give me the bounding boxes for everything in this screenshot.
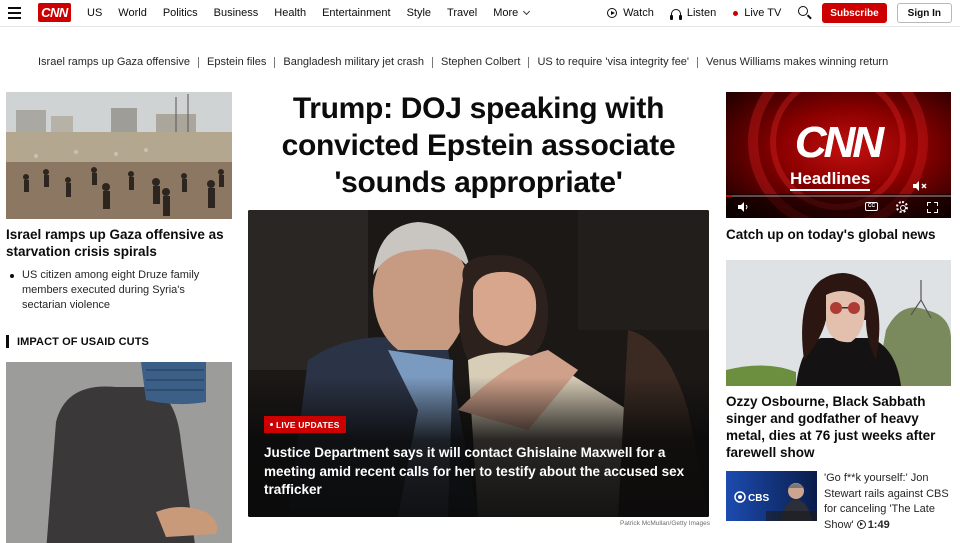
search-icon[interactable] xyxy=(798,6,812,20)
usaid-story-image[interactable] xyxy=(6,362,232,543)
progress-fill xyxy=(726,195,732,197)
usaid-illustration xyxy=(6,362,232,543)
gaza-scene xyxy=(6,92,232,219)
headphones-icon xyxy=(669,8,682,20)
story-headline[interactable]: Catch up on today's global news xyxy=(726,226,951,243)
live-updates-badge: LIVE UPDATES xyxy=(264,416,346,433)
gear-icon[interactable] xyxy=(896,201,908,213)
play-icon xyxy=(607,8,618,18)
trending-link[interactable]: Epstein files xyxy=(207,56,266,68)
trending-link[interactable]: Stephen Colbert xyxy=(441,56,521,68)
lead-story-caption[interactable]: Justice Department says it will contact … xyxy=(264,444,704,500)
nav-link-us[interactable]: US xyxy=(87,7,102,19)
nav-right: Watch Listen Live TV Subscribe Sign In xyxy=(607,0,952,26)
video-title: Headlines xyxy=(790,169,871,191)
sign-in-button[interactable]: Sign In xyxy=(896,3,952,23)
nav-link-world[interactable]: World xyxy=(118,7,147,19)
video-duration: 1:49 xyxy=(856,518,890,531)
subscribe-button[interactable]: Subscribe xyxy=(822,3,887,23)
divider xyxy=(697,56,699,68)
trending-link[interactable]: Israel ramps up Gaza offensive xyxy=(38,56,190,68)
live-tv-link[interactable]: Live TV xyxy=(733,7,781,19)
thumbnail-image: CBS xyxy=(726,471,817,521)
nav-link-politics[interactable]: Politics xyxy=(163,7,198,19)
lead-headline[interactable]: Trump: DOJ speaking with convicted Epste… xyxy=(248,90,709,201)
bullet-icon xyxy=(10,274,14,278)
trending-link[interactable]: US to require 'visa integrity fee' xyxy=(537,56,689,68)
live-dot-icon xyxy=(270,423,273,426)
listen-link[interactable]: Listen xyxy=(669,7,717,20)
section-title: IMPACT OF USAID CUTS xyxy=(17,335,149,348)
live-dot-icon xyxy=(733,10,739,16)
live-tv-label: Live TV xyxy=(744,7,782,19)
listen-label: Listen xyxy=(686,7,717,19)
ozzy-photo xyxy=(726,260,951,386)
video-story[interactable]: CBS 'Go f**k yourself:' Jon Stewart rail… xyxy=(726,471,951,533)
cnn-logo[interactable]: CNN xyxy=(38,3,71,22)
chevron-down-icon xyxy=(523,7,531,16)
thumb-logo-text: CBS xyxy=(748,493,769,504)
divider xyxy=(274,56,276,68)
nav-link-business[interactable]: Business xyxy=(214,7,259,19)
video-story-text: 'Go f**k yourself:' Jon Stewart rails ag… xyxy=(824,471,951,533)
trending-link[interactable]: Bangladesh military jet crash xyxy=(283,56,424,68)
video-controls xyxy=(726,194,951,218)
nav-link-more[interactable]: More xyxy=(493,7,531,19)
volume-icon[interactable] xyxy=(738,202,750,212)
nav-divider xyxy=(0,26,960,27)
photo-credit: Patrick McMullan/Getty Images xyxy=(620,520,710,527)
captions-icon[interactable]: CC xyxy=(865,202,878,211)
story-headline[interactable]: Israel ramps up Gaza offensive as starva… xyxy=(6,226,232,260)
video-cnn-logo: CNN xyxy=(794,118,884,167)
divider xyxy=(431,56,433,68)
video-progress[interactable] xyxy=(726,195,951,197)
left-column: Israel ramps up Gaza offensive as starva… xyxy=(6,92,232,543)
story-headline[interactable]: Ozzy Osbourne, Black Sabbath singer and … xyxy=(726,393,951,461)
top-nav: CNN US World Politics Business Health En… xyxy=(0,0,960,26)
nav-link-travel[interactable]: Travel xyxy=(447,7,477,19)
badge-label: LIVE UPDATES xyxy=(276,419,340,430)
nav-more-label: More xyxy=(493,7,519,19)
video-player[interactable]: CNN Headlines CC xyxy=(726,92,951,218)
gaza-story-image[interactable] xyxy=(6,92,232,219)
menu-icon[interactable] xyxy=(8,7,21,19)
trending-link[interactable]: Venus Williams makes winning return xyxy=(706,56,888,68)
video-thumbnail[interactable]: CBS xyxy=(726,471,817,521)
section-label: IMPACT OF USAID CUTS xyxy=(6,335,232,348)
divider xyxy=(198,56,200,68)
ozzy-story-image[interactable] xyxy=(726,260,951,386)
nav-links: US World Politics Business Health Entert… xyxy=(87,0,545,26)
watch-label: Watch xyxy=(623,7,654,19)
nav-link-entertainment[interactable]: Entertainment xyxy=(322,7,390,19)
section-bar xyxy=(6,335,9,348)
fullscreen-icon[interactable] xyxy=(927,202,938,213)
mute-icon[interactable] xyxy=(912,180,928,192)
related-story[interactable]: US citizen among eight Druze family memb… xyxy=(6,268,232,313)
nav-link-style[interactable]: Style xyxy=(407,7,431,19)
duration-label: 1:49 xyxy=(867,518,890,531)
divider xyxy=(528,56,530,68)
lead-story-image[interactable]: LIVE UPDATES Justice Department says it … xyxy=(248,210,709,517)
right-column: CNN Headlines CC Catch up on today's glo… xyxy=(726,92,951,533)
related-story-text: US citizen among eight Druze family memb… xyxy=(22,269,200,311)
play-icon xyxy=(856,519,866,529)
trending-bar: Israel ramps up Gaza offensive Epstein f… xyxy=(38,55,938,69)
nav-link-health[interactable]: Health xyxy=(274,7,306,19)
watch-link[interactable]: Watch xyxy=(607,7,654,19)
